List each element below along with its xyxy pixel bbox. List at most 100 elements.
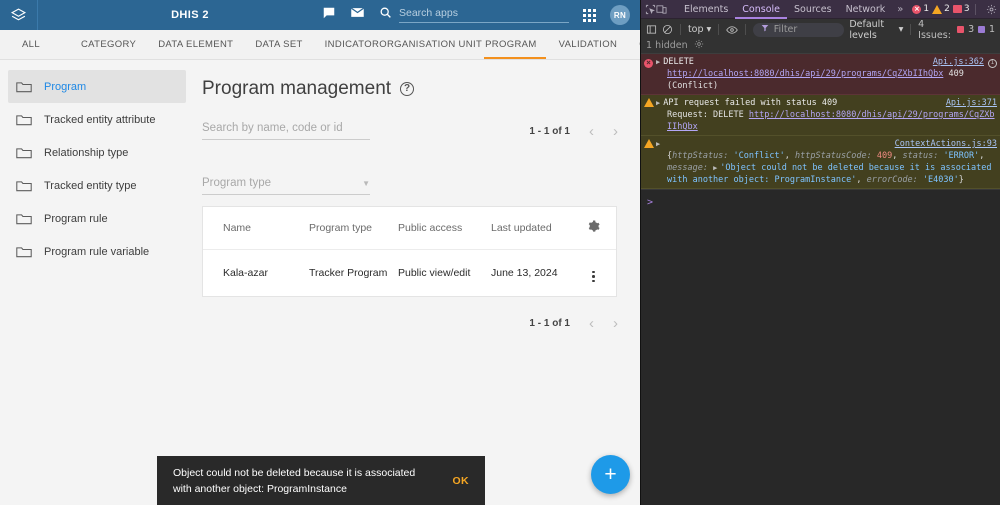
tab-data-element[interactable]: DATA ELEMENT — [147, 30, 244, 59]
programs-table: Name Program type Public access Last upd… — [202, 206, 617, 297]
object-key: httpStatus: — [672, 151, 729, 161]
devtools-toolbar: Elements Console Sources Network » × 1 2… — [641, 0, 1000, 19]
tab-data-set[interactable]: DATA SET — [244, 30, 313, 59]
console-message-error[interactable]: × ▶ DELETE Api.js:362 i http://localhost… — [641, 54, 1000, 95]
sidebar: Program Tracked entity attribute Relatio… — [0, 60, 194, 505]
sidebar-item-relationship-type[interactable]: Relationship type — [8, 136, 186, 169]
object-value: 'Conflict' — [733, 151, 785, 161]
object-separator: , — [784, 151, 790, 161]
tab-program[interactable]: PROGRAM — [482, 30, 548, 59]
object-key: message: — [667, 163, 708, 173]
table-settings-header — [571, 207, 616, 250]
sidebar-item-tracked-entity-attribute[interactable]: Tracked entity attribute — [8, 103, 186, 136]
search-input[interactable]: Search apps — [399, 7, 569, 23]
message-square-icon — [952, 5, 962, 13]
request-url[interactable]: http://localhost:8080/dhis/api/29/progra… — [667, 69, 943, 79]
console-filter-input[interactable]: Filter — [752, 22, 845, 37]
column-header-program-type[interactable]: Program type — [309, 207, 398, 250]
gear-icon[interactable] — [694, 39, 704, 52]
program-type-select[interactable]: Program type ▼ — [202, 177, 370, 195]
warning-badge[interactable]: 2 — [932, 4, 950, 14]
devtools-tab-sources[interactable]: Sources — [787, 0, 839, 19]
issues-summary[interactable]: 4 Issues: 3 1 — [918, 19, 995, 41]
tab-category[interactable]: CATEGORY — [70, 30, 147, 59]
object-value: 'ERROR' — [943, 151, 980, 161]
console-message-source[interactable]: Api.js:362 — [925, 56, 984, 68]
console-prompt[interactable]: > — [641, 189, 1000, 215]
triangle-right-icon[interactable]: ▶ — [656, 97, 660, 109]
device-toolbar-icon[interactable] — [656, 1, 667, 18]
filter-divider — [680, 24, 681, 35]
log-levels-selector[interactable]: Default levels ▾ — [849, 19, 903, 41]
sidebar-item-program-rule[interactable]: Program rule — [8, 202, 186, 235]
chevron-double-right-icon[interactable]: » — [892, 4, 908, 15]
chevron-right-icon[interactable]: › — [613, 315, 618, 332]
gear-icon[interactable] — [983, 1, 1000, 18]
dhis2-layers-logo[interactable] — [0, 0, 38, 30]
search-input[interactable]: Search by name, code or id — [202, 122, 370, 140]
help-question-icon[interactable]: ? — [400, 82, 415, 96]
console-message-source[interactable]: Api.js:371 — [938, 97, 997, 109]
chat-bubble-icon[interactable] — [322, 6, 336, 25]
triangle-right-icon[interactable]: ▶ — [656, 56, 660, 68]
kebab-menu-icon[interactable] — [592, 270, 595, 282]
devtools-tab-network[interactable]: Network — [839, 0, 893, 19]
cell-last-updated: June 13, 2024 — [491, 267, 558, 279]
cell-public-access: Public view/edit — [398, 267, 471, 279]
column-header-name[interactable]: Name — [203, 207, 309, 250]
console-message-warning[interactable]: ▶ API request failed with status 409 Api… — [641, 95, 1000, 136]
chevron-left-icon[interactable]: ‹ — [589, 123, 594, 140]
sidebar-item-program-rule-variable[interactable]: Program rule variable — [8, 235, 186, 268]
sidebar-item-tracked-entity-type[interactable]: Tracked entity type — [8, 169, 186, 202]
clear-console-icon[interactable] — [662, 22, 673, 37]
column-header-public-access[interactable]: Public access — [398, 207, 491, 250]
sidebar-item-program[interactable]: Program — [8, 70, 186, 103]
console-message-header: ▶ DELETE Api.js:362 i — [656, 56, 997, 68]
add-program-fab[interactable]: + — [591, 455, 630, 494]
table-row[interactable]: Kala-azar Tracker Program Public view/ed… — [203, 250, 616, 297]
snackbar-ok-button[interactable]: OK — [452, 475, 469, 487]
snackbar-message-line2: with another object: ProgramInstance — [173, 482, 347, 495]
message-badge[interactable]: 3 — [952, 4, 970, 14]
console-message-warning-object[interactable]: ▶ ContextActions.js:93 {httpStatus: 'Con… — [641, 136, 1000, 189]
tab-all[interactable]: ALL — [0, 30, 70, 59]
tab-indicator[interactable]: INDICATOR — [314, 30, 380, 59]
tab-validation[interactable]: VALIDATION — [548, 30, 629, 59]
plus-icon: + — [604, 462, 617, 486]
error-count: 1 — [923, 4, 930, 14]
triangle-right-icon[interactable]: ▶ — [713, 164, 717, 172]
inspect-element-icon[interactable] — [645, 1, 656, 18]
issue-info-icon — [978, 26, 985, 33]
tab-organisation-unit[interactable]: ORGANISATION UNIT — [379, 30, 482, 59]
column-header-last-updated[interactable]: Last updated — [491, 207, 571, 250]
console-message-detail: Request: DELETE http://localhost:8080/dh… — [656, 109, 997, 133]
pager-label: 1 - 1 of 1 — [529, 126, 570, 137]
app-search[interactable]: Search apps — [379, 6, 569, 24]
triangle-right-icon[interactable]: ▶ — [656, 138, 660, 150]
app-body: Program Tracked entity attribute Relatio… — [0, 60, 640, 505]
object-value: 409 — [876, 151, 893, 161]
gear-icon[interactable] — [587, 220, 600, 236]
devtools-tab-console[interactable]: Console — [735, 0, 787, 19]
header-icon-group: Search apps RN — [322, 5, 640, 25]
apps-grid-icon[interactable] — [583, 8, 596, 22]
filter-divider — [718, 24, 720, 35]
sidebar-item-label: Program — [44, 80, 87, 93]
avatar[interactable]: RN — [610, 5, 630, 25]
console-message-source[interactable]: ContextActions.js:93 — [887, 138, 997, 150]
info-circle-icon[interactable]: i — [988, 58, 997, 68]
live-expression-icon[interactable] — [726, 22, 738, 37]
chevron-left-icon[interactable]: ‹ — [589, 315, 594, 332]
toolbar-divider — [974, 3, 976, 15]
error-badge[interactable]: × 1 — [912, 4, 929, 14]
envelope-icon[interactable] — [350, 5, 365, 25]
tab-other[interactable]: OTHER — [628, 30, 640, 59]
chevron-right-icon[interactable]: › — [613, 123, 618, 140]
filter-divider — [745, 24, 746, 35]
page-title-text: Program management — [202, 78, 392, 99]
console-filter-row-primary: top ▾ Filter Default levels ▾ 4 Issues: … — [646, 19, 995, 41]
devtools-tab-elements[interactable]: Elements — [677, 0, 735, 19]
execution-context-selector[interactable]: top ▾ — [688, 24, 711, 35]
console-sidebar-icon[interactable] — [646, 22, 657, 37]
warning-triangle-icon — [641, 97, 656, 133]
